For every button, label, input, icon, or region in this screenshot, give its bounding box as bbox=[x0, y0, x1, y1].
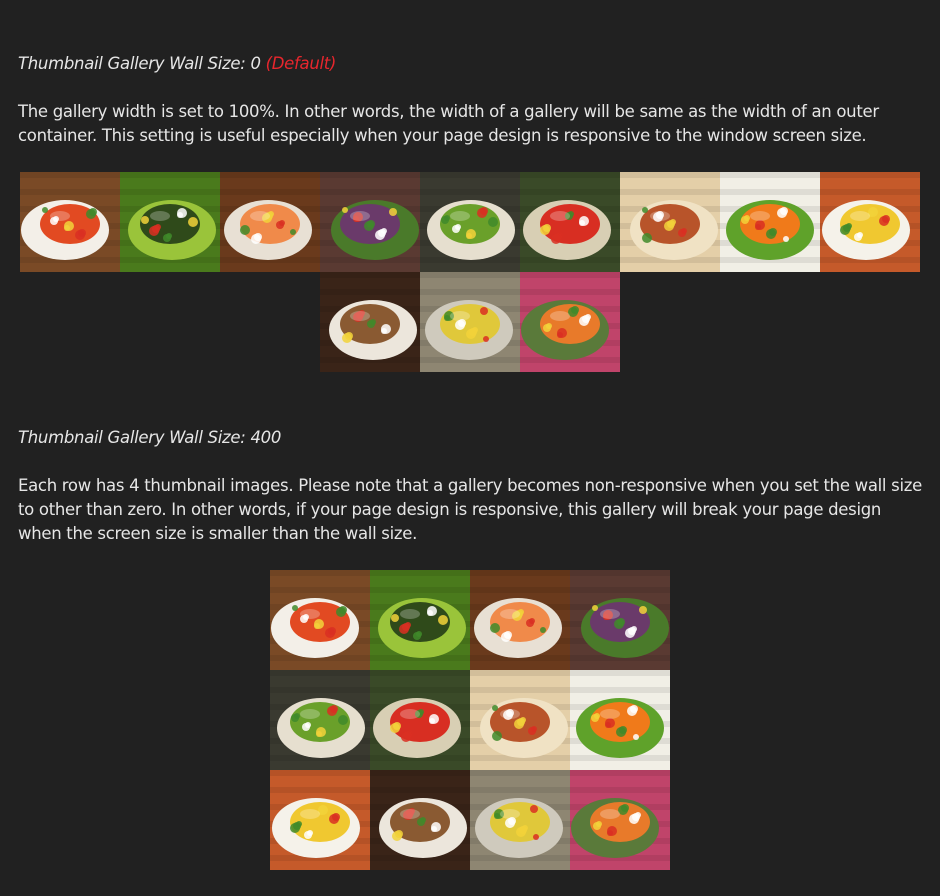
food-photo-image bbox=[520, 172, 620, 272]
food-photo-image bbox=[470, 670, 570, 770]
food-photo-image bbox=[620, 172, 720, 272]
dried-pasta-thumb[interactable] bbox=[420, 272, 520, 372]
food-photo-image bbox=[370, 670, 470, 770]
shrimp-salad-thumb[interactable] bbox=[720, 172, 820, 272]
food-photo-image bbox=[570, 570, 670, 670]
food-photo-image bbox=[370, 770, 470, 870]
food-photo-image bbox=[320, 172, 420, 272]
food-photo-image bbox=[570, 670, 670, 770]
food-photo-image bbox=[20, 172, 120, 272]
tofu-salad-thumb[interactable] bbox=[520, 172, 620, 272]
title-text: Thumbnail Gallery Wall Size: 0 bbox=[18, 54, 261, 73]
food-photo-image bbox=[420, 172, 520, 272]
tofu-salad-thumb[interactable] bbox=[370, 670, 470, 770]
section-description-wall-400: Each row has 4 thumbnail images. Please … bbox=[18, 476, 922, 543]
title-text: Thumbnail Gallery Wall Size: 400 bbox=[18, 428, 282, 447]
stir-fry-noodles-thumb[interactable] bbox=[320, 272, 420, 372]
avocado-toast-thumb[interactable] bbox=[270, 670, 370, 770]
section-title-wall-0: Thumbnail Gallery Wall Size: 0 (Default) bbox=[18, 52, 336, 76]
fig-salad-thumb[interactable] bbox=[570, 570, 670, 670]
default-tag: (Default) bbox=[265, 54, 337, 73]
carrot-pasta-thumb[interactable] bbox=[520, 272, 620, 372]
pinwheel-pastries-thumb[interactable] bbox=[620, 172, 720, 272]
food-photo-image bbox=[720, 172, 820, 272]
food-photo-image bbox=[520, 272, 620, 372]
food-photo-image bbox=[820, 172, 920, 272]
section-title-wall-400: Thumbnail Gallery Wall Size: 400 bbox=[18, 426, 281, 450]
grilled-salmon-thumb[interactable] bbox=[220, 172, 320, 272]
kimchi-plate-thumb[interactable] bbox=[20, 172, 120, 272]
kimchi-plate-thumb[interactable] bbox=[270, 570, 370, 670]
avocado-toast-thumb[interactable] bbox=[420, 172, 520, 272]
food-photo-image bbox=[470, 770, 570, 870]
grilled-salmon-thumb[interactable] bbox=[470, 570, 570, 670]
food-photo-image bbox=[270, 770, 370, 870]
fig-salad-thumb[interactable] bbox=[320, 172, 420, 272]
food-photo-image bbox=[270, 570, 370, 670]
stir-fry-noodles-thumb[interactable] bbox=[370, 770, 470, 870]
food-photo-image bbox=[470, 570, 570, 670]
rice-balls-thumb[interactable] bbox=[120, 172, 220, 272]
noodle-bowl-thumb[interactable] bbox=[270, 770, 370, 870]
dried-pasta-thumb[interactable] bbox=[470, 770, 570, 870]
shrimp-salad-thumb[interactable] bbox=[570, 670, 670, 770]
food-photo-image bbox=[370, 570, 470, 670]
carrot-pasta-thumb[interactable] bbox=[570, 770, 670, 870]
page-content: Thumbnail Gallery Wall Size: 0 (Default)… bbox=[0, 0, 940, 896]
pinwheel-pastries-thumb[interactable] bbox=[470, 670, 570, 770]
section-description-wall-0: The gallery width is set to 100%. In oth… bbox=[18, 102, 879, 145]
noodle-bowl-thumb[interactable] bbox=[820, 172, 920, 272]
food-photo-image bbox=[320, 272, 420, 372]
food-photo-image bbox=[420, 272, 520, 372]
food-photo-image bbox=[270, 670, 370, 770]
food-photo-image bbox=[220, 172, 320, 272]
food-photo-image bbox=[120, 172, 220, 272]
thumbnail-gallery-wall-400 bbox=[270, 570, 670, 870]
rice-balls-thumb[interactable] bbox=[370, 570, 470, 670]
thumbnail-gallery-full-width bbox=[20, 172, 920, 372]
food-photo-image bbox=[570, 770, 670, 870]
